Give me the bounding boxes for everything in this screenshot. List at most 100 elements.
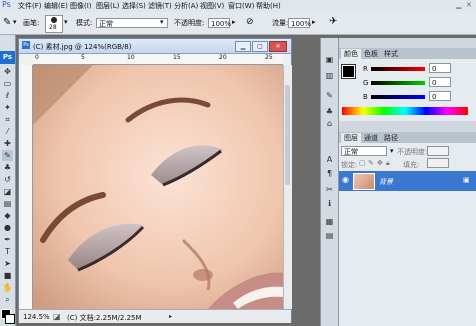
color-fg-swatch[interactable] — [341, 64, 356, 79]
lock-label: 锁定: — [341, 161, 358, 169]
layer-row-background[interactable]: ◉ 背景 ▣ — [339, 171, 476, 191]
color-spectrum-bar[interactable] — [342, 107, 468, 115]
visibility-eye-icon[interactable]: ◉ — [342, 175, 349, 184]
brush-tool-icon[interactable]: ✎ — [2, 150, 13, 161]
background-color-swatch[interactable] — [5, 314, 15, 324]
channel-g-slider[interactable] — [371, 81, 425, 85]
ruler-mark: 15 — [173, 54, 181, 61]
actions-icon[interactable]: ✂ — [324, 184, 335, 195]
app-icon[interactable]: Ps — [2, 0, 11, 9]
close-app-icon[interactable]: ✕ — [466, 1, 472, 9]
mode-select[interactable]: 正常 — [96, 18, 168, 28]
menu-edit[interactable]: 编辑(E) — [44, 1, 68, 11]
zoom-tool-icon[interactable]: ⌕ — [2, 294, 13, 305]
flow-arrow-icon[interactable]: ▸ — [312, 18, 316, 26]
tab-color[interactable]: 颜色 — [341, 49, 361, 59]
mode-dropdown-icon: ▾ — [160, 18, 164, 26]
channel-r-slider[interactable] — [371, 67, 425, 71]
color-panel: R 0 G 0 B 0 — [339, 59, 476, 121]
minimize-button[interactable]: ▁ — [235, 41, 251, 52]
vertical-scrollbar[interactable] — [283, 65, 292, 309]
document-titlebar[interactable]: Ps (C) 素材.jpg @ 124%(RGB/8) ▁ ▢ ✕ — [19, 39, 291, 54]
menu-image[interactable]: 图像(I) — [70, 1, 92, 11]
eyedropper-tool-icon[interactable]: ⁄ — [2, 126, 13, 137]
minimize-app-icon[interactable]: ▁ — [456, 1, 461, 9]
info-icon[interactable]: ℹ — [324, 198, 335, 209]
lock-image-icon[interactable]: ✎ — [368, 159, 374, 167]
opacity-field[interactable]: 100% — [208, 18, 231, 28]
lasso-tool-icon[interactable]: ℓ — [2, 90, 13, 101]
brush-picker[interactable]: 28 — [45, 15, 63, 33]
tab-swatches[interactable]: 色板 — [361, 49, 381, 59]
pen-tool-icon[interactable]: ✒ — [2, 234, 13, 245]
clone-source-icon[interactable]: ♣ — [324, 106, 335, 117]
brushes-icon[interactable]: ✎ — [324, 90, 335, 101]
channel-r-value[interactable]: 0 — [429, 63, 451, 73]
menu-layer[interactable]: 图层(L) — [96, 1, 119, 11]
navigator-icon[interactable]: ▣ — [324, 54, 335, 65]
hand-tool-icon[interactable]: ✋ — [2, 282, 13, 293]
layers-panel: 正常 ▾ 不透明度: 锁定: ▢ ✎ ✥ 🔒︎ 填充: ◉ 背景 ▣ — [339, 143, 476, 326]
tab-styles[interactable]: 样式 — [381, 49, 401, 59]
tab-paths[interactable]: 路径 — [381, 133, 401, 143]
gradient-tool-icon[interactable]: ▤ — [2, 198, 13, 209]
blend-mode-dropdown-icon: ▾ — [390, 147, 394, 155]
lock-position-icon[interactable]: ✥ — [377, 159, 383, 167]
eraser-tool-icon[interactable]: ◪ — [2, 186, 13, 197]
tab-channels[interactable]: 通道 — [361, 133, 381, 143]
image-canvas[interactable] — [33, 65, 283, 309]
lock-transparency-icon[interactable]: ▢ — [359, 159, 366, 167]
fill-field[interactable] — [427, 158, 449, 168]
tool-presets-icon[interactable]: ⌂ — [324, 118, 335, 129]
options-bar: ✎ ▾ 画笔: 28 ▾ 模式: 正常 ▾ 不透明度: 100% ▸ ⊘ 流量:… — [0, 12, 476, 35]
lock-all-icon[interactable]: 🔒︎ — [386, 159, 390, 168]
blend-mode-select[interactable]: 正常 — [341, 146, 387, 156]
menu-window[interactable]: 窗口(W) — [228, 1, 254, 11]
menu-view[interactable]: 视图(V) — [200, 1, 224, 11]
brush-tool-icon[interactable]: ✎ — [3, 17, 11, 28]
history-brush-tool-icon[interactable]: ↺ — [2, 174, 13, 185]
channel-r-label: R — [363, 65, 368, 73]
brush-dropdown-icon[interactable]: ▾ — [64, 18, 68, 26]
channel-g-value[interactable]: 0 — [429, 77, 451, 87]
menu-file[interactable]: 文件(F) — [18, 1, 42, 11]
menu-analysis[interactable]: 分析(A) — [174, 1, 198, 11]
shape-tool-icon[interactable]: ■ — [2, 270, 13, 281]
flow-field[interactable]: 100% — [288, 18, 311, 28]
magic-wand-tool-icon[interactable]: ✦ — [2, 102, 13, 113]
clone-stamp-tool-icon[interactable]: ♣ — [2, 162, 13, 173]
histogram-icon[interactable]: ▥ — [324, 70, 335, 81]
notes-icon[interactable]: ▤ — [324, 230, 335, 241]
tab-layers[interactable]: 图层 — [341, 133, 361, 143]
maximize-button[interactable]: ▢ — [252, 41, 268, 52]
dodge-tool-icon[interactable]: ● — [2, 222, 13, 233]
brush-label: 画笔: — [23, 19, 40, 27]
healing-tool-icon[interactable]: ✚ — [2, 138, 13, 149]
layer-thumbnail — [353, 173, 375, 190]
paragraph-icon[interactable]: ¶ — [324, 168, 335, 179]
character-icon[interactable]: A — [324, 154, 335, 165]
scrollbar-thumb[interactable] — [285, 85, 290, 185]
opacity-arrow-icon[interactable]: ▸ — [232, 18, 236, 26]
type-tool-icon[interactable]: T — [2, 246, 13, 257]
menu-help[interactable]: 帮助(H) — [256, 1, 281, 11]
airbrush-toggle-icon[interactable]: ⊘ — [246, 17, 254, 27]
status-menu-icon[interactable]: ▸ — [169, 313, 172, 320]
tool-preset-arrow-icon[interactable]: ▾ — [13, 18, 17, 26]
status-info-icon[interactable]: ◪ — [53, 312, 61, 321]
crop-tool-icon[interactable]: ⌗ — [2, 114, 13, 125]
zoom-level[interactable]: 124.5% — [23, 313, 50, 321]
menu-filter[interactable]: 滤镜(T) — [148, 1, 172, 11]
channel-b-value[interactable]: 0 — [429, 91, 451, 101]
airbrush-icon[interactable]: ✈ — [329, 16, 337, 27]
layer-opacity-field[interactable] — [427, 146, 449, 156]
blur-tool-icon[interactable]: ◆ — [2, 210, 13, 221]
marquee-tool-icon[interactable]: ▭ — [2, 78, 13, 89]
ruler-mark: 5 — [81, 54, 85, 61]
channel-b-slider[interactable] — [371, 95, 425, 99]
layer-comps-icon[interactable]: ▦ — [324, 216, 335, 227]
path-selection-tool-icon[interactable]: ➤ — [2, 258, 13, 269]
move-tool-icon[interactable]: ✥ — [2, 66, 13, 77]
close-button[interactable]: ✕ — [269, 41, 287, 52]
menu-select[interactable]: 选择(S) — [122, 1, 146, 11]
